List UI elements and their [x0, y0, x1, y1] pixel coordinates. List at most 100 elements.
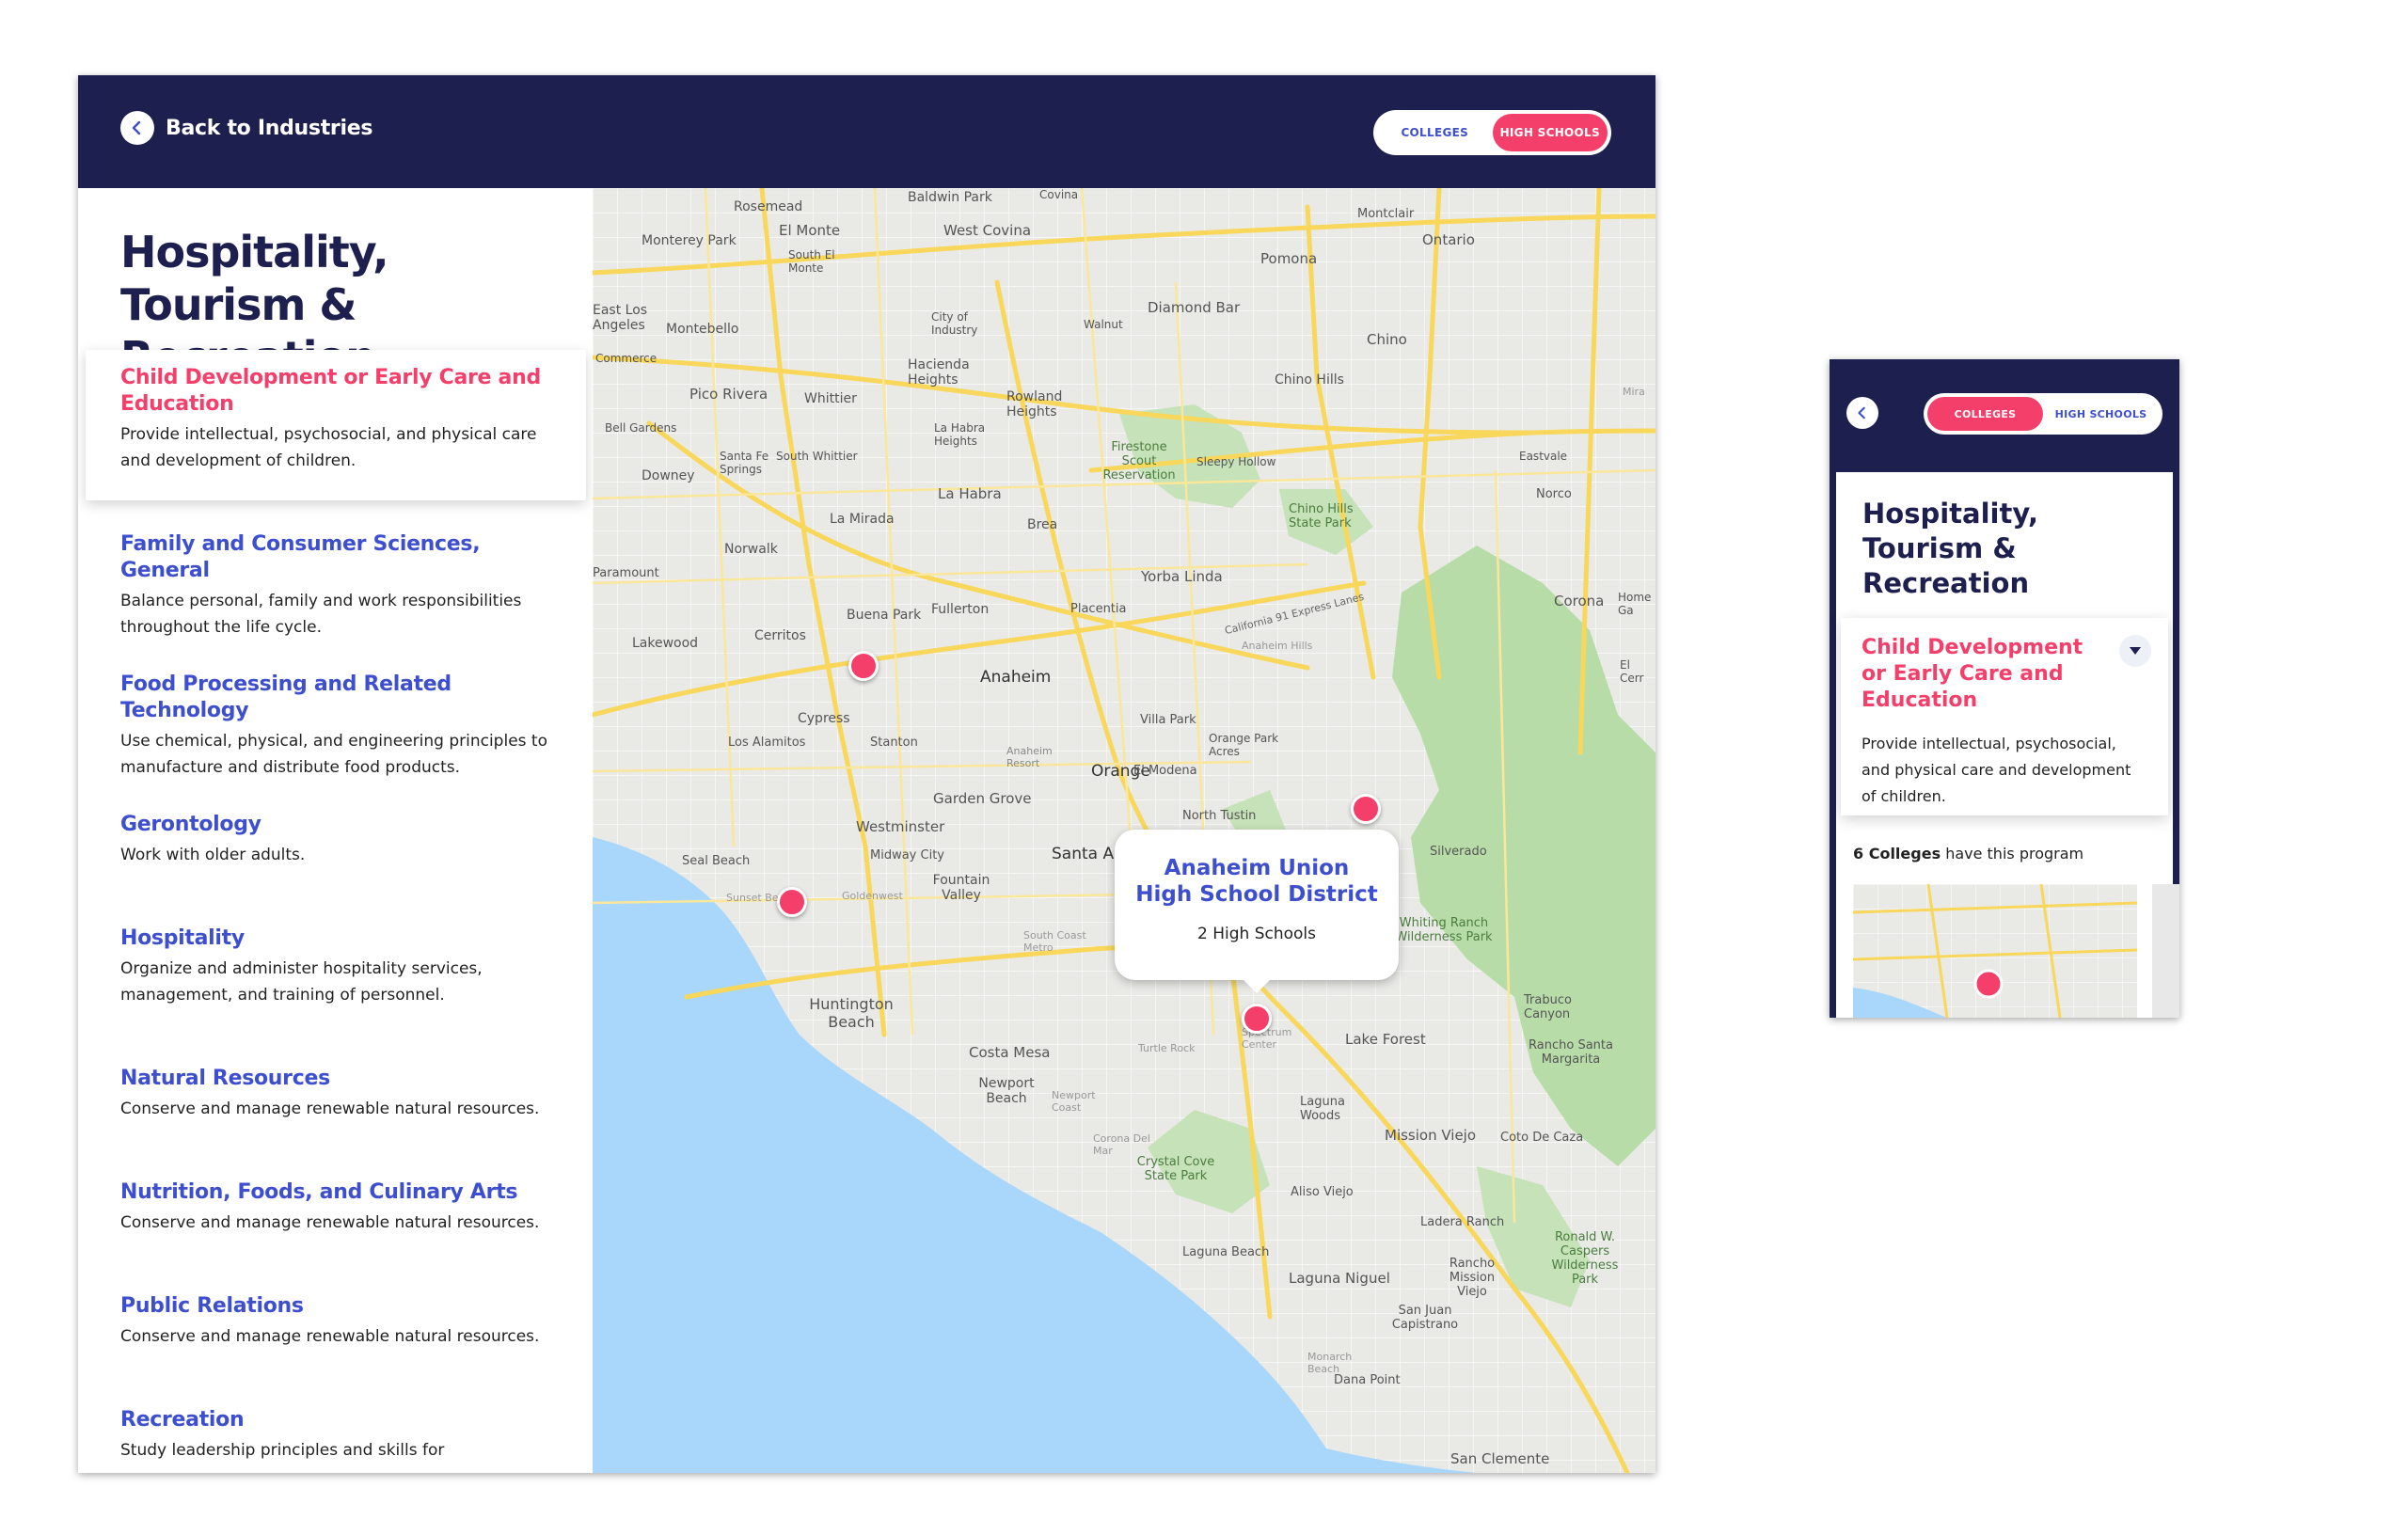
program-sidebar: Hospitality, Tourism & Recreation Child … — [78, 188, 593, 1473]
map-label: North Tustin — [1182, 809, 1257, 823]
map-label: Orange Park Acres — [1209, 732, 1279, 758]
toggle-colleges[interactable]: COLLEGES — [1377, 114, 1493, 151]
popup-count: 2 High Schools — [1197, 925, 1316, 943]
map-pin[interactable] — [848, 651, 879, 681]
program-item[interactable]: Natural Resources Conserve and manage re… — [120, 1066, 562, 1122]
program-title: Child Development or Early Care and Educ… — [120, 366, 541, 416]
page-title: Hospitality, Tourism & Recreation — [1862, 498, 2038, 599]
program-description: Use chemical, physical, and engineering … — [120, 732, 547, 777]
back-arrow-icon — [120, 111, 154, 145]
back-button[interactable] — [1846, 397, 1878, 429]
map-label: Stanton — [870, 736, 918, 750]
map-label: Seal Beach — [682, 854, 751, 868]
map-label: Cypress — [798, 711, 850, 726]
map-label: Bell Gardens — [605, 421, 677, 435]
map-label: City of Industry — [931, 310, 978, 337]
program-title: Nutrition, Foods, and Culinary Arts — [120, 1180, 518, 1204]
map-label: Goldenwest — [842, 890, 903, 902]
program-item[interactable]: Child Development or Early Care and Educ… — [120, 365, 562, 474]
map-label: Huntington Beach — [809, 995, 894, 1031]
map-label: Commerce — [595, 352, 657, 365]
college-count: 6 Colleges have this program — [1853, 845, 2083, 862]
program-item[interactable]: Hospitality Organize and administer hosp… — [120, 926, 562, 1008]
program-title: Natural Resources — [120, 1067, 330, 1090]
map-label: Dana Point — [1334, 1373, 1401, 1387]
program-item[interactable]: Family and Consumer Sciences, General Ba… — [120, 531, 562, 641]
map-label: Newport Beach — [978, 1076, 1035, 1106]
college-map-thumbnail[interactable] — [1853, 884, 2137, 1018]
map-label: Rosemead — [734, 199, 803, 214]
map-label: Pomona — [1260, 250, 1318, 267]
map-label: Montebello — [666, 322, 739, 337]
toggle-high-schools[interactable]: HIGH SCHOOLS — [2043, 397, 2159, 431]
map-label: Laguna Woods — [1300, 1095, 1345, 1123]
map-pin-selected[interactable] — [1242, 1004, 1272, 1034]
map-label: Placentia — [1070, 602, 1127, 616]
program-title: Gerontology — [120, 813, 261, 836]
map-label: Los Alamitos — [728, 736, 806, 750]
school-type-toggle: COLLEGES HIGH SCHOOLS — [1924, 393, 2162, 435]
map-label: Firestone Scout Reservation — [1102, 440, 1176, 483]
map-label: Trabuco Canyon — [1524, 993, 1572, 1021]
program-item[interactable]: Recreation Study leadership principles a… — [120, 1407, 562, 1464]
map-label: Silverado — [1430, 845, 1487, 859]
college-map-thumbnail[interactable] — [2152, 884, 2179, 1018]
map-pin[interactable] — [777, 887, 807, 917]
map-label: San Juan Capistrano — [1391, 1304, 1459, 1332]
map-labels: Rosemead Baldwin Park Covina Montclair E… — [593, 188, 1656, 1473]
map-label: South El Monte — [788, 248, 835, 275]
header-bar: Back to Industries COLLEGES HIGH SCHOOLS — [78, 75, 1656, 188]
map-label: Whittier — [804, 391, 857, 406]
map-label: La Habra — [938, 485, 1002, 502]
map-label: Lake Forest — [1345, 1031, 1426, 1048]
program-item[interactable]: Food Processing and Related Technology U… — [120, 672, 562, 781]
program-description: Conserve and manage renewable natural re… — [120, 1213, 540, 1232]
map-label: La Mirada — [830, 512, 895, 527]
map-pin[interactable] — [1351, 794, 1381, 824]
map-label: Anaheim Resort — [1006, 745, 1053, 769]
map-label: Garden Grove — [933, 790, 1032, 807]
map-label: Ontario — [1422, 231, 1475, 248]
program-item[interactable]: Public Relations Conserve and manage ren… — [120, 1293, 562, 1350]
selected-program-card[interactable]: Child Development or Early Care and Educ… — [1841, 618, 2168, 815]
mobile-frame: COLLEGES HIGH SCHOOLS Hospitality, Touri… — [1830, 359, 2179, 1018]
map-label: Fountain Valley — [932, 873, 990, 903]
map-label: Corona Del Mar — [1093, 1132, 1150, 1157]
program-item[interactable]: Nutrition, Foods, and Culinary Arts Cons… — [120, 1179, 562, 1236]
map-label: Ladera Ranch — [1420, 1215, 1505, 1229]
map-label: Diamond Bar — [1148, 299, 1241, 316]
map-label: Coto De Caza — [1500, 1131, 1584, 1145]
program-item[interactable]: Gerontology Work with older adults. — [120, 812, 562, 868]
program-description: Organize and administer hospitality serv… — [120, 959, 483, 1005]
map-label: San Clemente — [1450, 1450, 1550, 1467]
map-label: Crystal Cove State Park — [1136, 1155, 1215, 1183]
program-description: Provide intellectual, psychosocial, and … — [120, 425, 537, 470]
popup-title: Anaheim Union High School District — [1135, 856, 1378, 907]
map-label: Chino Hills State Park — [1289, 502, 1354, 530]
map-label: Mira — [1623, 386, 1645, 398]
map-label: Rowland Heights — [1006, 389, 1063, 419]
program-title: Family and Consumer Sciences, General — [120, 532, 481, 582]
map-label: Costa Mesa — [969, 1044, 1051, 1061]
toggle-colleges[interactable]: COLLEGES — [1927, 397, 2043, 431]
thumbnail-map — [1853, 884, 2137, 1018]
college-count-suffix: have this program — [1945, 845, 2084, 862]
map-label: Turtle Rock — [1138, 1042, 1196, 1054]
map-label: Corona — [1554, 593, 1605, 609]
map-label: Anaheim — [980, 668, 1052, 687]
map-label: Chino — [1367, 331, 1407, 348]
map-label: Laguna Beach — [1182, 1245, 1270, 1259]
school-type-toggle: COLLEGES HIGH SCHOOLS — [1373, 110, 1611, 155]
toggle-high-schools[interactable]: HIGH SCHOOLS — [1492, 114, 1608, 151]
map-label: Ronald W. Caspers Wilderness Park — [1551, 1230, 1619, 1287]
program-description: Work with older adults. — [120, 846, 306, 864]
program-description: Conserve and manage renewable natural re… — [120, 1100, 540, 1118]
program-title: Public Relations — [120, 1294, 304, 1318]
back-to-industries-button[interactable]: Back to Industries — [120, 111, 372, 145]
chevron-down-icon[interactable] — [2119, 635, 2151, 667]
map-label: Eastvale — [1519, 450, 1568, 463]
map-label: Monarch Beach — [1307, 1351, 1353, 1375]
map-label: Walnut — [1084, 318, 1123, 331]
map-label: Villa Park — [1140, 713, 1196, 727]
map[interactable]: Rosemead Baldwin Park Covina Montclair E… — [593, 188, 1656, 1473]
